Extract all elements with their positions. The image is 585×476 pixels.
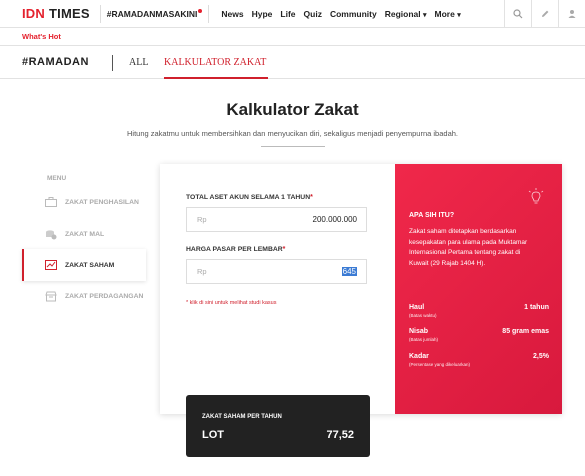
info-row-sub: (Batas jumlah) (409, 337, 439, 342)
field-label-harga-pasar: HARGA PASAR PER LEMBAR* (186, 246, 285, 253)
nav-divider (208, 4, 210, 23)
store-icon (44, 290, 58, 302)
menu-item-label: ZAKAT MAL (65, 230, 105, 238)
calculator-form: TOTAL ASET AKUN SELAMA 1 TAHUN* Rp 200.0… (160, 164, 395, 414)
nav-item-life[interactable]: Life (280, 9, 295, 19)
nav-item-more[interactable]: More ▾ (435, 9, 461, 19)
new-dot-icon (198, 8, 203, 13)
menu-item-label: ZAKAT PERDAGANGAN (65, 292, 144, 300)
nav-hashtag-link[interactable]: #RAMADANMASAKINI (106, 8, 203, 19)
result-value: 77,52 (326, 429, 354, 441)
result-label: ZAKAT SAHAM PER TAHUN (202, 414, 282, 420)
whats-hot-link[interactable]: What's Hot (22, 32, 61, 41)
info-row-haul: Haul 1 tahun (Batas waktu) (409, 304, 549, 318)
info-description: Zakat saham ditetapkan berdasarkan kesep… (409, 228, 528, 267)
nav-item-regional[interactable]: Regional ▾ (385, 9, 427, 19)
tab-all[interactable]: ALL (129, 57, 148, 68)
field-label-text: TOTAL ASET AKUN SELAMA 1 TAHUN (186, 194, 311, 201)
menu-item-label: ZAKAT SAHAM (65, 261, 115, 269)
info-row-label: Kadar (409, 353, 429, 360)
info-row-nisab: Nisab 85 gram emas (Batas jumlah) (409, 328, 549, 342)
page-subtitle: Hitung zakatmu untuk membersihkan dan me… (126, 129, 458, 138)
required-mark: * (282, 246, 286, 253)
site-logo[interactable]: IDN TIMES (22, 6, 90, 21)
result-box: ZAKAT SAHAM PER TAHUN LOT 77,52 (186, 395, 370, 457)
harga-pasar-input[interactable]: Rp 645 (186, 259, 367, 284)
field-label-total-aset: TOTAL ASET AKUN SELAMA 1 TAHUN* (186, 194, 313, 201)
nav-item-news[interactable]: News (221, 9, 243, 19)
field-label-text: HARGA PASAR PER LEMBAR (186, 246, 283, 253)
nav-divider (99, 4, 101, 23)
info-heading: APA SIH ITU? (409, 212, 455, 219)
info-row-sub: (Persentase yang dikeluarkan) (409, 362, 471, 367)
nav-menu: News Hype Life Quiz Community Regional ▾… (221, 9, 468, 19)
chevron-down-icon: ▾ (457, 11, 461, 19)
nav-item-community[interactable]: Community (330, 9, 377, 19)
info-row-value: 2,5% (533, 353, 549, 360)
calculator-card: TOTAL ASET AKUN SELAMA 1 TAHUN* Rp 200.0… (160, 164, 562, 414)
logo-times: TIMES (49, 6, 90, 21)
pencil-icon[interactable] (531, 0, 558, 28)
currency-prefix: Rp (197, 215, 207, 224)
page-title: Kalkulator Zakat (226, 100, 359, 119)
chevron-down-icon: ▾ (423, 11, 427, 19)
case-study-link[interactable]: * klik di sini untuk melihat studi kasus (186, 300, 276, 306)
whats-hot-bar: What's Hot (0, 28, 585, 46)
menu-item-zakat-saham[interactable]: ZAKAT SAHAM (22, 249, 146, 281)
info-row-kadar: Kadar 2,5% (Persentase yang dikeluarkan) (409, 353, 549, 367)
menu-item-zakat-mal[interactable]: ZAKAT MAL (22, 218, 146, 250)
section-title: #RAMADAN (22, 56, 89, 68)
nav-hashtag-label: #RAMADANMASAKINI (106, 8, 198, 19)
chart-icon (44, 259, 58, 271)
nav-icon-group (504, 0, 585, 28)
menu-item-zakat-penghasilan[interactable]: ZAKAT PENGHASILAN (22, 186, 146, 218)
menu-item-zakat-perdagangan[interactable]: ZAKAT PERDAGANGAN (22, 280, 146, 312)
user-icon[interactable] (558, 0, 585, 28)
harga-pasar-value: 645 (341, 267, 357, 276)
tab-kalkulator-zakat[interactable]: KALKULATOR ZAKAT (164, 57, 266, 68)
result-unit: LOT (202, 429, 224, 441)
nav-item-more-label: More (434, 8, 455, 19)
total-aset-value: 200.000.000 (312, 215, 358, 224)
info-row-label: Haul (409, 304, 425, 311)
info-panel: APA SIH ITU? Zakat saham ditetapkan berd… (395, 164, 562, 414)
menu-label: MENU (47, 175, 67, 182)
info-row-value: 1 tahun (524, 304, 549, 311)
info-row-value: 85 gram emas (502, 328, 549, 335)
logo-idn: IDN (22, 6, 45, 21)
info-row-sub: (Batas waktu) (409, 313, 437, 318)
section-tabs-bar: #RAMADAN ALL KALKULATOR ZAKAT (0, 46, 585, 79)
currency-prefix: Rp (197, 267, 207, 276)
section-divider (112, 55, 113, 71)
total-aset-input[interactable]: Rp 200.000.000 (186, 207, 367, 232)
nav-item-regional-label: Regional (384, 8, 421, 19)
top-navbar: IDN TIMES #RAMADANMASAKINI News Hype Lif… (0, 0, 585, 28)
nav-item-hype[interactable]: Hype (252, 9, 273, 19)
main-content: Kalkulator Zakat Hitung zakatmu untuk me… (0, 79, 585, 476)
briefcase-icon (44, 196, 58, 208)
info-row-label: Nisab (409, 328, 429, 335)
coins-icon (44, 228, 58, 240)
nav-item-quiz[interactable]: Quiz (304, 9, 322, 19)
menu-item-label: ZAKAT PENGHASILAN (65, 198, 139, 206)
title-divider (261, 146, 325, 147)
search-icon[interactable] (504, 0, 531, 28)
required-mark: * (310, 194, 313, 201)
lightbulb-icon (528, 188, 544, 204)
